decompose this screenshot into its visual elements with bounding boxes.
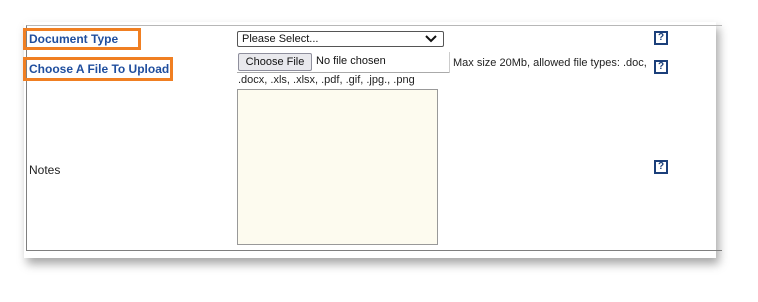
help-icon-file-upload[interactable]: ? (654, 60, 668, 74)
file-hint-line2: .docx, .xls, .xlsx, .pdf, .gif, .jpg., .… (238, 74, 415, 86)
file-hint-line1: Max size 20Mb, allowed file types: .doc, (453, 57, 647, 69)
document-type-selected-value: Please Select... (242, 33, 319, 45)
file-status-text: No file chosen (316, 55, 386, 67)
help-icon-document-type[interactable]: ? (654, 31, 668, 45)
file-input-edge (449, 52, 450, 73)
file-upload-label: Choose A File To Upload (29, 62, 170, 76)
help-icon-notes[interactable]: ? (654, 160, 668, 174)
chevron-down-icon (425, 35, 437, 43)
document-type-select[interactable]: Please Select... (237, 31, 444, 47)
notes-textarea[interactable] (237, 89, 438, 245)
document-type-label: Document Type (29, 32, 119, 46)
file-input-border (237, 72, 450, 73)
notes-label: Notes (29, 163, 61, 177)
choose-file-button[interactable]: Choose File (238, 53, 312, 71)
